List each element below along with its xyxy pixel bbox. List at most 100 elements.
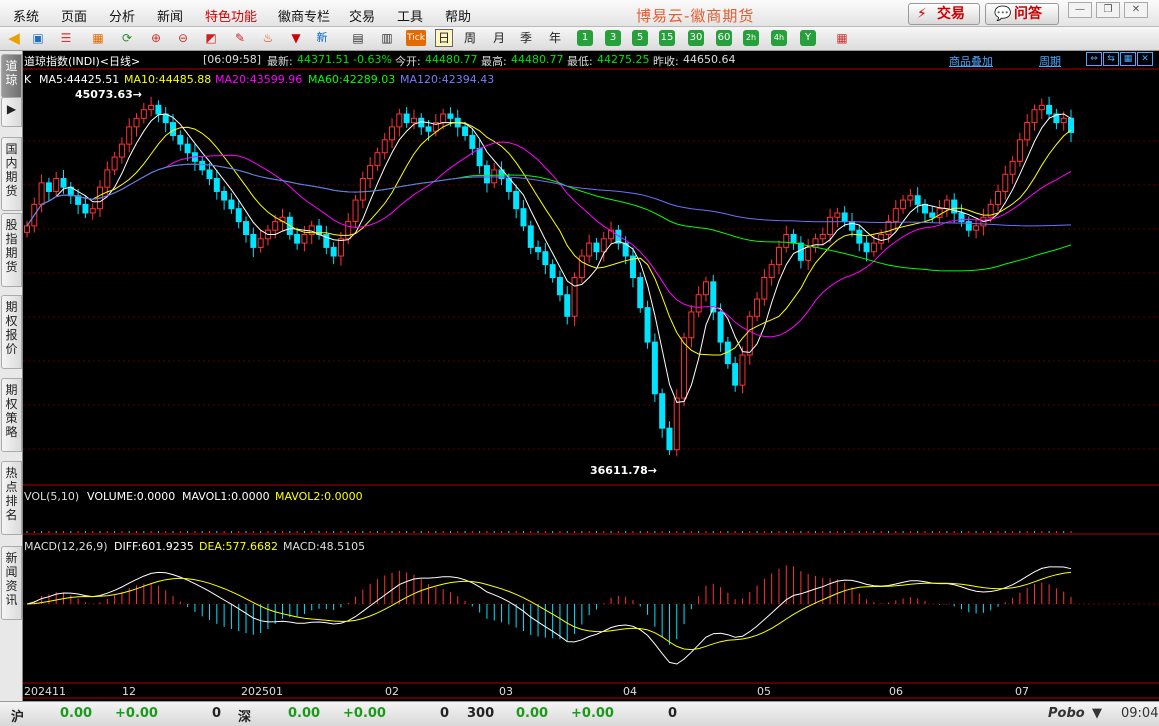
candle-body xyxy=(396,113,403,128)
left-tab-bar: 道琼 ▶ 国内期货 股指期货 期权报价 期权策略 热点排名 新闻资讯 xyxy=(0,51,23,701)
tab-dow[interactable]: 道琼 xyxy=(1,54,22,98)
prev-close-price: 44650.64 xyxy=(683,53,736,66)
period-year[interactable]: 年 xyxy=(549,30,561,46)
sh-label[interactable]: 沪 xyxy=(11,706,24,725)
layout-icon[interactable]: ▦ xyxy=(834,30,850,46)
period-3min[interactable]: 3 xyxy=(605,30,621,46)
period-2h[interactable]: 2h xyxy=(743,30,759,46)
candle-body xyxy=(45,182,52,192)
candle-body xyxy=(790,233,797,244)
window-icon[interactable]: ◩ xyxy=(203,30,219,46)
open-label: 今开: xyxy=(395,55,421,68)
candle-body xyxy=(775,246,782,266)
k-label: K xyxy=(24,73,32,86)
table-icon[interactable]: ▤ xyxy=(350,30,366,46)
tab-news[interactable]: 新闻资讯 xyxy=(1,546,22,620)
grid-icon[interactable]: ▥ xyxy=(379,30,395,46)
back-arrow-icon[interactable]: ◀ xyxy=(6,30,22,46)
zoom-in-icon[interactable]: ⊕ xyxy=(148,30,164,46)
period-week[interactable]: 周 xyxy=(464,30,476,46)
bell-icon[interactable]: ♨ xyxy=(260,30,276,46)
shrink-icon[interactable]: ⇔ xyxy=(1086,52,1102,66)
candle-body xyxy=(243,221,250,235)
period-month[interactable]: 月 xyxy=(493,30,505,46)
candle-body xyxy=(542,251,549,266)
close-button[interactable]: ✕ xyxy=(1124,2,1148,18)
candle-body xyxy=(805,246,812,261)
x-label: 202411 xyxy=(24,685,66,698)
period-1min[interactable]: 1 xyxy=(577,30,593,46)
candle-body xyxy=(783,233,790,248)
menu-huishang-column[interactable]: 徽商专栏 xyxy=(278,6,330,25)
candle-body xyxy=(389,126,396,141)
list-icon[interactable]: ☰ xyxy=(58,30,74,46)
chart-area[interactable]: 道琼指数(INDI)<日线> [06:09:58] 最新: 44371.51 -… xyxy=(23,51,1159,701)
period-link[interactable]: 周期 xyxy=(1039,53,1061,69)
candle-body xyxy=(1060,117,1067,124)
period-day[interactable]: 日 xyxy=(435,29,454,47)
menu-trade[interactable]: 交易 xyxy=(349,6,375,25)
period-30min[interactable]: 30 xyxy=(688,30,704,46)
sz-label[interactable]: 深 xyxy=(238,706,251,725)
candle-body xyxy=(250,233,257,248)
commodity-overlay-link[interactable]: 商品叠加 xyxy=(949,53,993,69)
calendar-icon[interactable]: ▦ xyxy=(90,30,106,46)
tab-domestic-futures[interactable]: 国内期货 xyxy=(1,137,22,211)
x-label: 03 xyxy=(499,685,513,698)
grid-toggle-icon[interactable]: ▦ xyxy=(1120,52,1136,66)
candle-body xyxy=(586,242,593,257)
menu-news[interactable]: 新闻 xyxy=(157,6,183,25)
csi300-label[interactable]: 300 xyxy=(467,706,494,721)
menu-tools[interactable]: 工具 xyxy=(397,6,423,25)
candle-body xyxy=(739,354,746,386)
ask-button[interactable]: 💬 问答 xyxy=(985,3,1059,25)
filter-icon[interactable]: ▼ xyxy=(288,30,304,46)
tab-option-strategy[interactable]: 期权策略 xyxy=(1,378,22,452)
candle-body xyxy=(863,242,870,253)
candle-body xyxy=(578,255,585,279)
menu-page[interactable]: 页面 xyxy=(61,6,87,25)
period-60min[interactable]: 60 xyxy=(716,30,732,46)
period-quarter[interactable]: 季 xyxy=(520,30,532,46)
tab-expand[interactable]: ▶ xyxy=(1,97,22,127)
zoom-out-icon[interactable]: ⊖ xyxy=(175,30,191,46)
new-icon[interactable]: 新 xyxy=(314,30,330,46)
period-15min[interactable]: 15 xyxy=(659,30,675,46)
candle-body xyxy=(140,109,147,119)
candle-body xyxy=(644,307,651,343)
candle-body xyxy=(301,233,308,244)
tab-index-futures[interactable]: 股指期货 xyxy=(1,213,22,287)
restore-button[interactable]: ❐ xyxy=(1096,2,1120,18)
save-icon[interactable]: ▣ xyxy=(30,30,46,46)
tab-option-quotes[interactable]: 期权报价 xyxy=(1,295,22,369)
candle-body xyxy=(600,238,607,253)
pen-icon[interactable]: ✎ xyxy=(232,30,248,46)
menu-analysis[interactable]: 分析 xyxy=(109,6,135,25)
refresh-icon[interactable]: ⟳ xyxy=(119,30,135,46)
menu-help[interactable]: 帮助 xyxy=(445,6,471,25)
trade-button[interactable]: ⚡ 交易 xyxy=(908,3,980,25)
candle-body xyxy=(527,225,534,248)
candle-body xyxy=(900,199,907,210)
candle-body xyxy=(352,199,359,223)
chat-bubble-icon: 💬 xyxy=(994,6,1012,22)
tab-hot-ranking[interactable]: 热点排名 xyxy=(1,461,22,535)
menu-system[interactable]: 系统 xyxy=(13,6,39,25)
menu-special-features[interactable]: 特色功能 xyxy=(205,6,257,25)
x-label: 05 xyxy=(757,685,771,698)
candle-body xyxy=(148,104,155,111)
period-year-btn[interactable]: Y xyxy=(800,30,816,46)
period-5min[interactable]: 5 xyxy=(632,30,648,46)
candle-body xyxy=(367,165,374,180)
kline-chart[interactable] xyxy=(23,51,1159,701)
expand-icon[interactable]: ⇆ xyxy=(1103,52,1119,66)
macd-value: MACD:48.5105 xyxy=(283,540,366,553)
candle-body xyxy=(549,264,556,279)
minimize-button[interactable]: — xyxy=(1068,2,1092,18)
tick-button[interactable]: Tick xyxy=(406,30,426,46)
candle-body xyxy=(702,281,709,296)
candle-body xyxy=(483,165,490,184)
close-chart-icon[interactable]: ✕ xyxy=(1137,52,1153,66)
period-4h[interactable]: 4h xyxy=(771,30,787,46)
candle-body xyxy=(556,277,563,296)
